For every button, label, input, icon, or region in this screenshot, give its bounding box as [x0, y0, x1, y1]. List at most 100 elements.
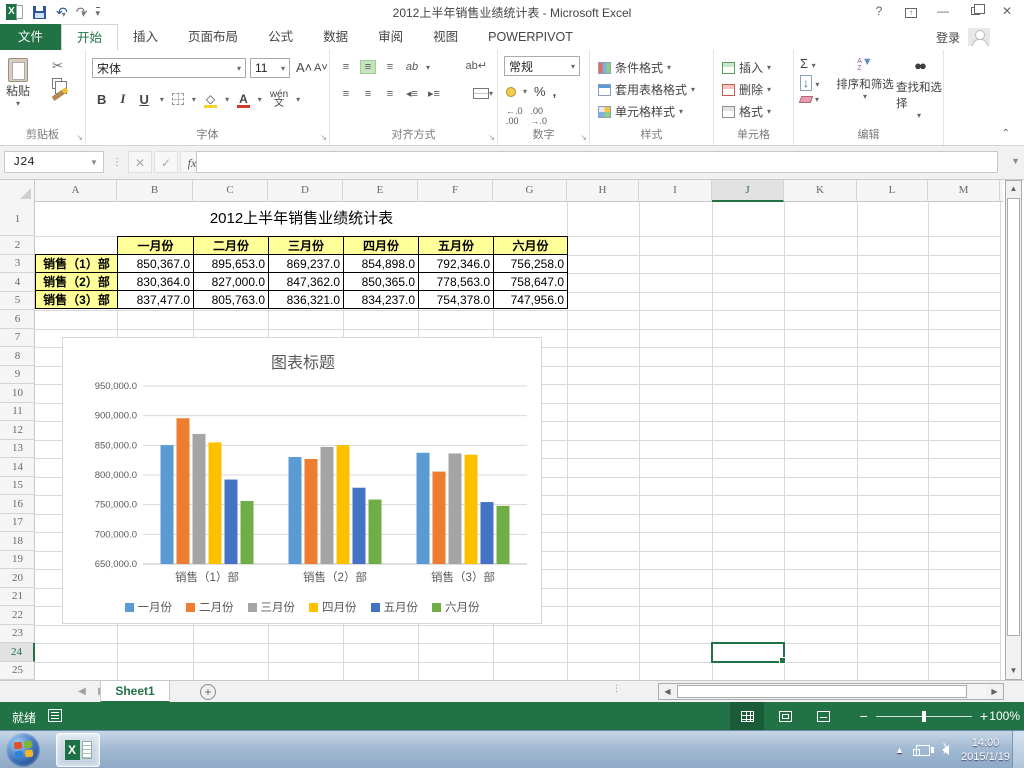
zoom-slider[interactable]: [875, 710, 972, 722]
horizontal-scrollbar[interactable]: ◀ ▶: [658, 683, 1004, 700]
embedded-chart[interactable]: 图表标题 650,000.0 700,000.0 750,000.0 800,000.0…: [62, 337, 542, 624]
orientation-icon[interactable]: ab: [404, 61, 420, 73]
column-header-J[interactable]: J: [712, 180, 784, 202]
dialog-launcher-icon[interactable]: ↘: [580, 133, 587, 142]
column-header-E[interactable]: E: [343, 180, 418, 202]
tab-插入[interactable]: 插入: [118, 24, 173, 50]
restore-icon[interactable]: [962, 2, 988, 20]
zoom-in-icon[interactable]: +: [980, 703, 988, 729]
value-cell[interactable]: 836,321.0: [268, 290, 344, 309]
grow-font-icon[interactable]: A˄: [296, 60, 312, 75]
ribbon-display-options-icon[interactable]: ↑: [898, 2, 924, 20]
row-header-16[interactable]: 16: [0, 495, 35, 514]
increase-indent-icon[interactable]: ▸≡: [426, 88, 442, 100]
value-cell[interactable]: 758,647.0: [493, 272, 568, 291]
row-header-6[interactable]: 6: [0, 310, 35, 329]
wrap-text-icon[interactable]: ab↵: [466, 58, 487, 72]
copy-icon[interactable]: [52, 78, 67, 94]
row-header-9[interactable]: 9: [0, 366, 35, 384]
page-break-view-button[interactable]: [806, 702, 840, 730]
tab-file[interactable]: 文件: [0, 24, 62, 50]
network-icon[interactable]: [913, 744, 931, 756]
sheet-tab-sheet1[interactable]: Sheet1: [100, 681, 170, 703]
value-cell[interactable]: 834,237.0: [343, 290, 419, 309]
macro-record-icon[interactable]: [48, 709, 62, 722]
insert-cells-button[interactable]: 插入 ▾: [722, 58, 771, 77]
value-cell[interactable]: 747,956.0: [493, 290, 568, 309]
row-header-23[interactable]: 23: [0, 625, 35, 643]
delete-cells-button[interactable]: 删除 ▾: [722, 80, 771, 99]
tab-powerpivot[interactable]: POWERPIVOT: [473, 24, 588, 50]
row-header-8[interactable]: 8: [0, 347, 35, 366]
bottom-align-icon[interactable]: ≡: [382, 61, 398, 73]
collapse-ribbon-icon[interactable]: ⌃: [1002, 128, 1010, 139]
column-header-D[interactable]: D: [268, 180, 343, 202]
value-cell[interactable]: 847,362.0: [268, 272, 344, 291]
row-header-4[interactable]: 4: [0, 273, 35, 292]
taskbar-excel-button[interactable]: X: [56, 733, 100, 767]
dept-label-cell[interactable]: 销售（2）部: [35, 272, 118, 291]
bold-icon[interactable]: B: [94, 92, 109, 107]
column-header-M[interactable]: M: [928, 180, 1000, 202]
value-cell[interactable]: 830,364.0: [117, 272, 194, 291]
minimize-icon[interactable]: —: [930, 2, 956, 20]
formula-bar-splitter[interactable]: ⋮: [112, 157, 122, 168]
column-header-K[interactable]: K: [784, 180, 857, 202]
format-as-table-button[interactable]: 套用表格格式 ▾: [598, 80, 695, 99]
accounting-format-icon[interactable]: [506, 86, 516, 97]
zoom-slider-thumb[interactable]: [921, 710, 926, 722]
help-icon[interactable]: ?: [866, 2, 892, 20]
expand-formula-bar-icon[interactable]: ▼: [1011, 156, 1020, 166]
row-header-14[interactable]: 14: [0, 458, 35, 477]
row-header-10[interactable]: 10: [0, 384, 35, 403]
select-all-corner[interactable]: [0, 180, 35, 202]
align-right-icon[interactable]: ≡: [382, 88, 398, 100]
show-hidden-icons-icon[interactable]: ▲: [895, 745, 904, 755]
find-select-button[interactable]: ●● 查找和选择 ▾: [896, 58, 942, 120]
top-align-icon[interactable]: ≡: [338, 61, 354, 73]
value-cell[interactable]: 837,477.0: [117, 290, 194, 309]
column-header-G[interactable]: G: [493, 180, 567, 202]
sign-in-label[interactable]: 登录: [936, 29, 960, 46]
fill-button[interactable]: ↓ ▾: [800, 75, 819, 91]
row-header-18[interactable]: 18: [0, 532, 35, 551]
chevron-down-icon[interactable]: ▾: [192, 95, 196, 104]
value-cell[interactable]: 827,000.0: [193, 272, 269, 291]
chevron-down-icon[interactable]: ▾: [225, 95, 229, 104]
tab-页面布局[interactable]: 页面布局: [173, 24, 253, 50]
row-header-21[interactable]: 21: [0, 588, 35, 606]
page-layout-view-button[interactable]: [768, 702, 802, 730]
autosum-button[interactable]: Σ ▾: [800, 56, 819, 71]
tab-开始[interactable]: 开始: [61, 24, 119, 50]
value-cell[interactable]: 756,258.0: [493, 254, 568, 273]
tab-splitter[interactable]: ⋮: [612, 684, 621, 693]
taskbar-clock[interactable]: 14:00 2015/1/19: [961, 736, 1010, 764]
scroll-up-icon[interactable]: ▲: [1006, 181, 1021, 197]
volume-icon[interactable]: [931, 742, 950, 755]
row-header-2[interactable]: 2: [0, 236, 35, 255]
column-header-C[interactable]: C: [193, 180, 268, 202]
percent-format-icon[interactable]: %: [534, 84, 546, 99]
name-box[interactable]: J24 ▼: [4, 151, 104, 173]
align-center-icon[interactable]: ≡: [360, 88, 376, 100]
dialog-launcher-icon[interactable]: ↘: [320, 133, 327, 142]
italic-icon[interactable]: I: [117, 91, 128, 107]
dialog-launcher-icon[interactable]: ↘: [488, 133, 495, 142]
borders-icon[interactable]: [171, 93, 184, 105]
middle-align-icon[interactable]: ≡: [360, 60, 376, 74]
merge-center-icon[interactable]: ▾: [472, 88, 493, 99]
row-header-17[interactable]: 17: [0, 514, 35, 532]
underline-icon[interactable]: U: [136, 92, 151, 107]
vertical-scroll-thumb[interactable]: [1007, 198, 1020, 636]
table-title[interactable]: 2012上半年销售业绩统计表: [36, 202, 567, 236]
tab-公式[interactable]: 公式: [253, 24, 308, 50]
value-cell[interactable]: 869,237.0: [268, 254, 344, 273]
chevron-down-icon[interactable]: ▼: [85, 158, 103, 167]
month-header-cell[interactable]: 六月份: [493, 236, 568, 255]
sign-in[interactable]: 登录: [936, 28, 990, 46]
fill-color-icon[interactable]: ◇: [203, 92, 218, 108]
decrease-indent-icon[interactable]: ◂≡: [404, 88, 420, 100]
start-button[interactable]: [6, 733, 40, 767]
data-table[interactable]: 一月份 二月份 三月份 四月份 五月份 六月份 销售（1）部 850,367.0 895,653…: [35, 236, 568, 309]
zoom-out-icon[interactable]: −: [860, 703, 868, 729]
